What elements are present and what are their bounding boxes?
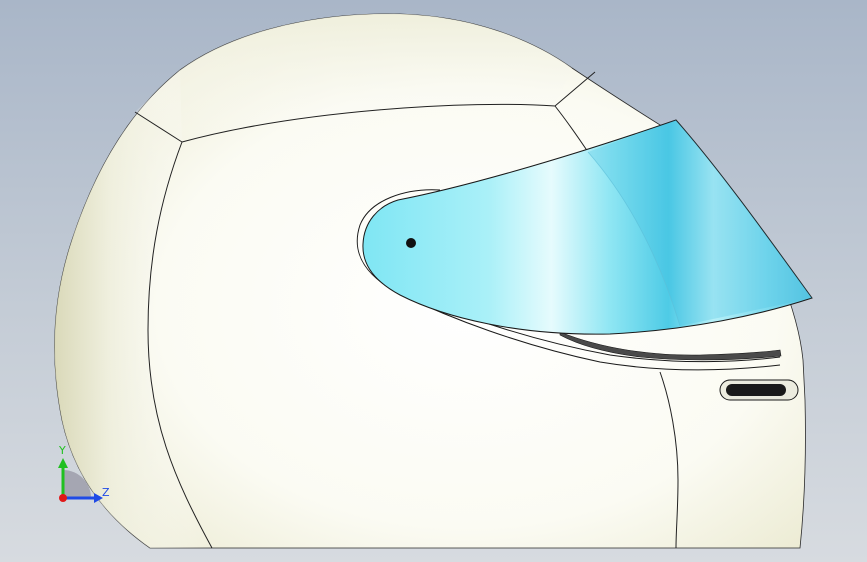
triad-y-label: Y	[58, 444, 66, 457]
chin-vent[interactable]	[719, 379, 799, 401]
helmet-model[interactable]	[54, 13, 813, 549]
triad-z-label: Z	[102, 486, 110, 499]
triad-origin	[59, 494, 67, 502]
cad-viewport[interactable]: Y Z	[0, 0, 867, 562]
visor-pivot-screw[interactable]	[406, 238, 416, 248]
triad-y-arrow	[58, 458, 68, 468]
